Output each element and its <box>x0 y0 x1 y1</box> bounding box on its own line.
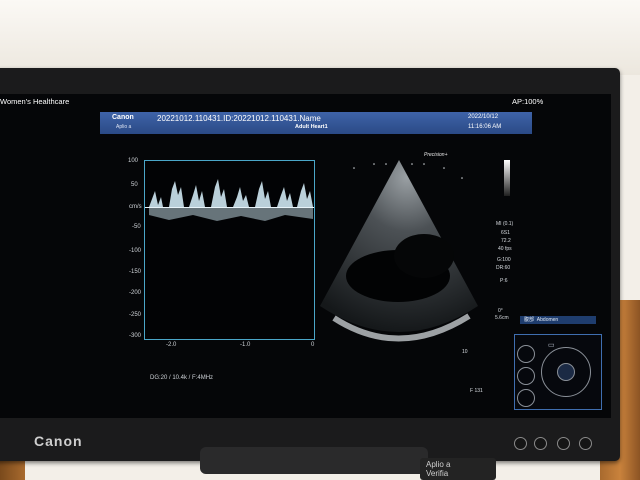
param-angle: 0° <box>498 308 503 314</box>
brand-label: Women's Healthcare <box>0 97 70 106</box>
param-depth: 5.6cm <box>495 315 509 321</box>
panel-button[interactable] <box>517 389 535 407</box>
body-marker-label: Abdomen <box>536 317 559 323</box>
ap-indicator: AP:100% <box>512 97 544 106</box>
x-tick-label: -2.0 <box>166 342 177 348</box>
depth-label-bottom: F 131 <box>470 388 483 394</box>
param-dr: DR:60 <box>496 265 511 271</box>
doppler-spectrum-panel <box>144 160 315 340</box>
control-panel: ▭ <box>514 334 602 410</box>
bmode-sector-image <box>320 160 478 342</box>
manufacturer-label: Canon <box>112 114 134 121</box>
doppler-baseline <box>145 207 314 208</box>
body-marker-jp: 腹部 <box>524 317 535 323</box>
device-label-sticker: Aplio a Verifia <box>420 458 496 480</box>
grayscale-bar <box>504 160 510 196</box>
y-tick-label: -100 <box>129 248 142 254</box>
monitor-stand <box>200 447 428 474</box>
bezel-button[interactable] <box>514 437 527 450</box>
doppler-params: DG:20 / 10.4k / F:4MHz <box>150 375 214 381</box>
patient-id-label: 20221012.110431.ID:20221012.110431.Name <box>157 114 321 123</box>
x-tick-label: -1.0 <box>240 342 251 348</box>
y-tick-label: 50 <box>131 182 138 188</box>
param-gain: G:100 <box>497 257 511 263</box>
time-label: 11:16:06 AM <box>468 124 502 130</box>
panel-button[interactable] <box>517 345 535 363</box>
y-tick-label: -200 <box>129 290 142 296</box>
sticker-line-2: Verifia <box>426 469 449 478</box>
bezel-button[interactable] <box>579 437 592 450</box>
bezel-button[interactable] <box>534 437 547 450</box>
probe-icon: ▭ <box>548 342 555 349</box>
patient-title-bar: Canon Aplio a 20221012.110431.ID:2022101… <box>100 112 532 134</box>
bezel-button[interactable] <box>557 437 570 450</box>
y-tick-label: -50 <box>132 224 141 230</box>
doppler-waveform <box>149 179 313 221</box>
y-unit-label: cm/s <box>129 204 142 210</box>
y-tick-label: -300 <box>129 333 142 339</box>
date-label: 2022/10/12 <box>468 114 499 120</box>
param-value: 72.2 <box>501 238 511 244</box>
ultrasound-screen: Women's Healthcare AP:100% Canon Aplio a… <box>0 94 611 418</box>
param-mi: MI (0.1) <box>496 221 514 227</box>
wheel-center-button[interactable] <box>557 363 575 381</box>
sticker-line-1: Aplio a <box>426 460 451 469</box>
param-probe: 6S1 <box>501 230 510 236</box>
body-marker-bar[interactable]: 腹部 Abdomen <box>520 316 596 324</box>
depth-marker: 10 <box>462 349 468 355</box>
panel-button[interactable] <box>517 367 535 385</box>
protocol-label: Adult Heart1 <box>295 124 328 130</box>
param-fps: 40 fps <box>498 246 512 252</box>
wall-background <box>0 0 640 75</box>
y-tick-label: -150 <box>129 269 142 275</box>
y-tick-label: 100 <box>128 158 139 164</box>
y-tick-label: -250 <box>129 312 142 318</box>
bezel-logo: Canon <box>34 433 83 449</box>
system-model-label: Aplio a <box>116 124 132 130</box>
param-p: P:6 <box>500 278 508 284</box>
